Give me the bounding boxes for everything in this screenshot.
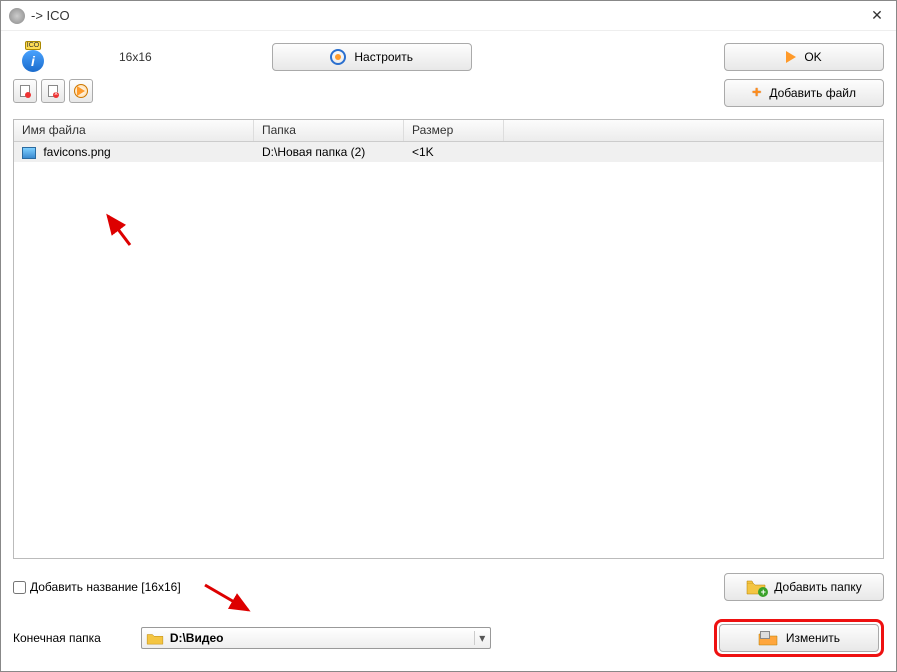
configure-button[interactable]: Настроить [272,43,472,71]
dest-folder-dropdown[interactable]: D:\Видео ▾ [141,627,491,649]
mini-toolbar: + Добавить файл [1,79,896,115]
change-highlight: Изменить [714,619,884,657]
app-window: -> ICO ✕ ICO i 16x16 Настроить OK + Доба… [0,0,897,672]
add-name-label: Добавить название [16x16] [30,580,181,594]
cell-folder: D:\Новая папка (2) [254,145,404,159]
cell-name: favicons.png [14,145,254,159]
top-toolbar: ICO i 16x16 Настроить OK [1,31,896,79]
doc-clear-icon [48,85,58,97]
change-label: Изменить [786,631,840,645]
folder-picture-icon [758,630,778,646]
folder-icon [146,631,164,645]
add-name-checkbox[interactable]: Добавить название [16x16] [13,580,181,594]
file-list: Имя файла Папка Размер favicons.png D:\Н… [13,119,884,559]
doc-remove-icon [20,85,30,97]
chevron-down-icon: ▾ [474,631,490,645]
list-header: Имя файла Папка Размер [14,120,883,142]
dest-folder-label: Конечная папка [13,631,101,645]
close-button[interactable]: ✕ [866,5,888,27]
dimensions-label: 16x16 [119,50,152,64]
ok-button[interactable]: OK [724,43,884,71]
app-icon [9,8,25,24]
add-name-checkbox-input[interactable] [13,581,26,594]
add-file-button[interactable]: + Добавить файл [724,79,884,107]
arrow-right-icon [786,51,796,63]
ico-badge: ICO [25,41,41,50]
cell-size: <1K [404,145,504,159]
image-file-icon [22,147,36,159]
dest-folder-path: D:\Видео [168,631,474,645]
window-title: -> ICO [31,8,866,23]
gear-icon [330,49,346,65]
table-row[interactable]: favicons.png D:\Новая папка (2) <1K [14,142,883,162]
title-bar: -> ICO ✕ [1,1,896,31]
file-name: favicons.png [43,145,110,159]
list-body: favicons.png D:\Новая папка (2) <1K [14,142,883,558]
play-button[interactable] [69,79,93,103]
configure-label: Настроить [354,50,413,64]
col-header-size[interactable]: Размер [404,120,504,141]
add-folder-label: Добавить папку [774,580,861,594]
ico-info-icon[interactable]: ICO i [17,41,49,73]
remove-button[interactable] [13,79,37,103]
change-button[interactable]: Изменить [719,624,879,652]
col-header-folder[interactable]: Папка [254,120,404,141]
add-file-label: Добавить файл [769,86,856,100]
ok-label: OK [804,50,821,64]
clear-button[interactable] [41,79,65,103]
play-icon [74,84,88,98]
folder-add-icon: + [746,579,766,595]
col-header-name[interactable]: Имя файла [14,120,254,141]
info-icon: i [22,50,44,72]
bottom-panel: Добавить название [16x16] + Добавить пап… [1,565,896,671]
plus-icon: + [752,84,761,102]
add-folder-button[interactable]: + Добавить папку [724,573,884,601]
